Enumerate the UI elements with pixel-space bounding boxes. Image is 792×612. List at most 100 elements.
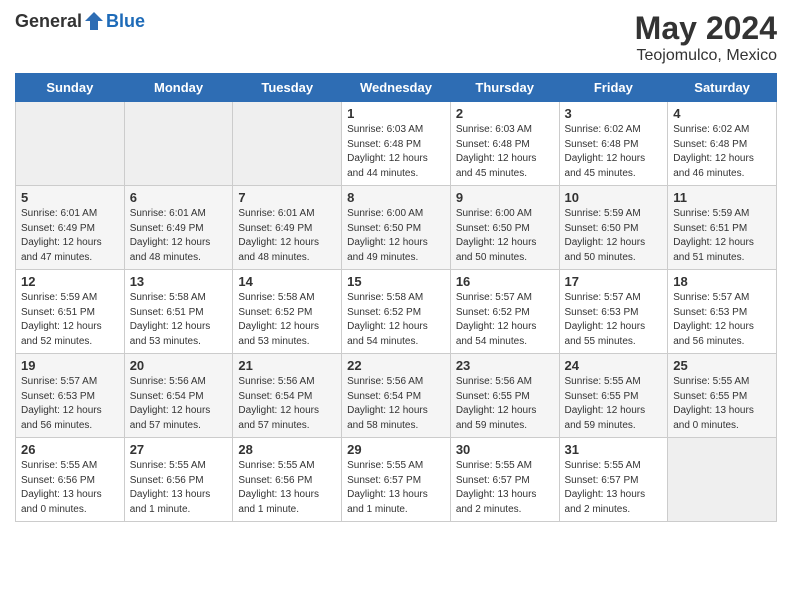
day-info: Sunrise: 5:55 AMSunset: 6:56 PMDaylight:… [21,459,119,517]
weekday-header-wednesday: Wednesday [342,74,451,102]
day-info: Sunrise: 5:56 AMSunset: 6:54 PMDaylight:… [347,375,445,433]
header: General Blue May 2024 Teojomulco, Mexico [15,10,777,65]
day-info: Sunrise: 5:59 AMSunset: 6:50 PMDaylight:… [565,207,663,265]
day-number: 22 [347,358,445,373]
day-info: Sunrise: 6:01 AMSunset: 6:49 PMDaylight:… [130,207,228,265]
day-number: 13 [130,274,228,289]
day-number: 8 [347,190,445,205]
calendar-cell: 4Sunrise: 6:02 AMSunset: 6:48 PMDaylight… [668,102,777,186]
calendar-cell: 20 Sunrise: 5:56 AMSunset: 6:54 PMDayligh… [124,354,233,438]
day-info: Sunrise: 5:55 AMSunset: 6:57 PMDaylight:… [565,459,663,517]
day-number: 24 [565,358,663,373]
day-number: 27 [130,442,228,457]
day-number: 19 [21,358,119,373]
day-number: 15 [347,274,445,289]
day-info: Sunrise: 6:00 AMSunset: 6:50 PMDaylight:… [347,207,445,265]
weekday-header-tuesday: Tuesday [233,74,342,102]
calendar-cell: 24 Sunrise: 5:55 AMSunset: 6:55 PMDayligh… [559,354,668,438]
day-info: Sunrise: 6:01 AMSunset: 6:49 PMDaylight:… [21,207,119,265]
calendar-cell: 28 Sunrise: 5:55 AMSunset: 6:56 PMDayligh… [233,438,342,522]
weekday-header-row: SundayMondayTuesdayWednesdayThursdayFrid… [16,74,777,102]
day-number: 6 [130,190,228,205]
day-number: 12 [21,274,119,289]
day-info: Sunrise: 5:58 AMSunset: 6:52 PMDaylight:… [238,291,336,349]
day-info: Sunrise: 5:57 AMSunset: 6:53 PMDaylight:… [673,291,771,349]
weekday-header-friday: Friday [559,74,668,102]
calendar-cell: 14Sunrise: 5:58 AMSunset: 6:52 PMDayligh… [233,270,342,354]
day-info: Sunrise: 5:55 AMSunset: 6:57 PMDaylight:… [456,459,554,517]
calendar-week-row: 19 Sunrise: 5:57 AMSunset: 6:53 PMDayligh… [16,354,777,438]
month-title: May 2024 [635,10,777,47]
day-number: 29 [347,442,445,457]
weekday-header-monday: Monday [124,74,233,102]
calendar-week-row: 26Sunrise: 5:55 AMSunset: 6:56 PMDayligh… [16,438,777,522]
calendar-cell: 22 Sunrise: 5:56 AMSunset: 6:54 PMDayligh… [342,354,451,438]
day-info: Sunrise: 5:58 AMSunset: 6:52 PMDaylight:… [347,291,445,349]
calendar-cell: 23 Sunrise: 5:56 AMSunset: 6:55 PMDayligh… [450,354,559,438]
calendar-cell: 18Sunrise: 5:57 AMSunset: 6:53 PMDayligh… [668,270,777,354]
calendar-cell: 10 Sunrise: 5:59 AMSunset: 6:50 PMDayligh… [559,186,668,270]
weekday-header-sunday: Sunday [16,74,125,102]
day-number: 23 [456,358,554,373]
day-number: 25 [673,358,771,373]
calendar-week-row: 12 Sunrise: 5:59 AMSunset: 6:51 PMDayligh… [16,270,777,354]
day-number: 9 [456,190,554,205]
calendar-week-row: 1 Sunrise: 6:03 AMSunset: 6:48 PMDaylight… [16,102,777,186]
calendar-cell: 11 Sunrise: 5:59 AMSunset: 6:51 PMDayligh… [668,186,777,270]
calendar-cell: 30Sunrise: 5:55 AMSunset: 6:57 PMDayligh… [450,438,559,522]
calendar-week-row: 5 Sunrise: 6:01 AMSunset: 6:49 PMDaylight… [16,186,777,270]
day-info: Sunrise: 6:00 AMSunset: 6:50 PMDaylight:… [456,207,554,265]
calendar-cell: 17Sunrise: 5:57 AMSunset: 6:53 PMDayligh… [559,270,668,354]
calendar-cell: 26Sunrise: 5:55 AMSunset: 6:56 PMDayligh… [16,438,125,522]
calendar-cell: 15 Sunrise: 5:58 AMSunset: 6:52 PMDayligh… [342,270,451,354]
day-info: Sunrise: 5:55 AMSunset: 6:55 PMDaylight:… [565,375,663,433]
calendar-cell: 6 Sunrise: 6:01 AMSunset: 6:49 PMDaylight… [124,186,233,270]
day-info: Sunrise: 6:03 AMSunset: 6:48 PMDaylight:… [456,123,554,181]
calendar-cell: 16 Sunrise: 5:57 AMSunset: 6:52 PMDayligh… [450,270,559,354]
day-info: Sunrise: 5:56 AMSunset: 6:55 PMDaylight:… [456,375,554,433]
day-info: Sunrise: 5:57 AMSunset: 6:52 PMDaylight:… [456,291,554,349]
calendar-cell [124,102,233,186]
calendar-cell [233,102,342,186]
day-number: 10 [565,190,663,205]
day-number: 2 [456,106,554,121]
logo-blue-text: Blue [106,11,145,32]
logo-icon [83,10,105,32]
day-info: Sunrise: 5:59 AMSunset: 6:51 PMDaylight:… [673,207,771,265]
day-info: Sunrise: 6:01 AMSunset: 6:49 PMDaylight:… [238,207,336,265]
day-number: 5 [21,190,119,205]
calendar-table: SundayMondayTuesdayWednesdayThursdayFrid… [15,73,777,522]
day-number: 11 [673,190,771,205]
day-number: 21 [238,358,336,373]
calendar-cell: 2 Sunrise: 6:03 AMSunset: 6:48 PMDaylight… [450,102,559,186]
day-number: 7 [238,190,336,205]
day-number: 20 [130,358,228,373]
calendar-cell: 25Sunrise: 5:55 AMSunset: 6:55 PMDayligh… [668,354,777,438]
day-info: Sunrise: 5:57 AMSunset: 6:53 PMDaylight:… [21,375,119,433]
day-number: 28 [238,442,336,457]
day-info: Sunrise: 5:58 AMSunset: 6:51 PMDaylight:… [130,291,228,349]
location-title: Teojomulco, Mexico [635,47,777,65]
calendar-cell: 7 Sunrise: 6:01 AMSunset: 6:49 PMDaylight… [233,186,342,270]
day-number: 31 [565,442,663,457]
calendar-cell: 9 Sunrise: 6:00 AMSunset: 6:50 PMDaylight… [450,186,559,270]
day-info: Sunrise: 5:59 AMSunset: 6:51 PMDaylight:… [21,291,119,349]
day-info: Sunrise: 6:02 AMSunset: 6:48 PMDaylight:… [565,123,663,181]
logo: General Blue [15,10,145,32]
calendar-cell: 12 Sunrise: 5:59 AMSunset: 6:51 PMDayligh… [16,270,125,354]
day-number: 16 [456,274,554,289]
calendar-cell [668,438,777,522]
day-info: Sunrise: 6:02 AMSunset: 6:48 PMDaylight:… [673,123,771,181]
day-info: Sunrise: 6:03 AMSunset: 6:48 PMDaylight:… [347,123,445,181]
calendar-cell: 31 Sunrise: 5:55 AMSunset: 6:57 PMDayligh… [559,438,668,522]
day-info: Sunrise: 5:55 AMSunset: 6:56 PMDaylight:… [130,459,228,517]
day-info: Sunrise: 5:56 AMSunset: 6:54 PMDaylight:… [130,375,228,433]
day-info: Sunrise: 5:55 AMSunset: 6:56 PMDaylight:… [238,459,336,517]
calendar-cell: 29Sunrise: 5:55 AMSunset: 6:57 PMDayligh… [342,438,451,522]
day-number: 1 [347,106,445,121]
title-block: May 2024 Teojomulco, Mexico [635,10,777,65]
day-info: Sunrise: 5:57 AMSunset: 6:53 PMDaylight:… [565,291,663,349]
calendar-container: General Blue May 2024 Teojomulco, Mexico… [0,0,792,532]
day-info: Sunrise: 5:56 AMSunset: 6:54 PMDaylight:… [238,375,336,433]
day-number: 3 [565,106,663,121]
